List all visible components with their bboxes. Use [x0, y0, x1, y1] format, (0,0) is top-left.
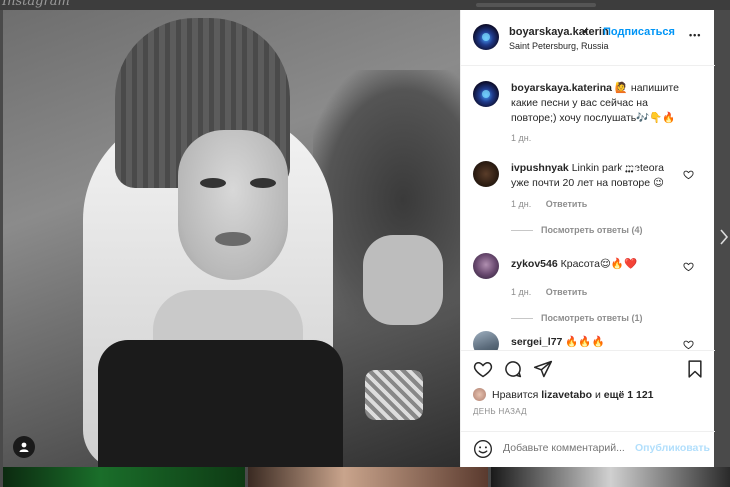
photo-chain: [365, 370, 423, 420]
comment-body: 🔥🔥🔥: [565, 336, 605, 348]
post-thumbnail[interactable]: [491, 467, 730, 487]
likes-middle: и: [594, 388, 601, 401]
author-avatar[interactable]: [473, 24, 499, 50]
more-options-icon[interactable]: •••: [689, 30, 701, 40]
bookmark-icon[interactable]: [685, 359, 705, 379]
separator-dot: •: [583, 26, 587, 38]
likes-prefix: Нравится: [492, 388, 539, 401]
liker-username[interactable]: lizavetabo: [541, 389, 592, 401]
comment-like-icon[interactable]: [683, 261, 694, 272]
comment-time: 1 дн.: [511, 287, 532, 297]
comments-list[interactable]: boyarskaya.katerina 🙋 напишите какие пес…: [461, 67, 715, 350]
comment-like-icon[interactable]: [683, 169, 694, 180]
photo-lips: [215, 232, 251, 246]
post-location[interactable]: Saint Petersburg, Russia: [509, 41, 609, 51]
heart-icon[interactable]: [473, 359, 493, 379]
likes-summary: Нравится lizavetabo и ещё 1 121: [473, 388, 654, 401]
comment-body: Красота😌🔥❤️: [560, 258, 638, 270]
add-comment-bar: Опубликовать: [461, 431, 715, 467]
photo-face: [178, 130, 288, 280]
photo-hand: [363, 235, 443, 325]
post-date[interactable]: ДЕНЬ НАЗАД: [473, 407, 527, 416]
instagram-logo[interactable]: Instagram: [2, 0, 70, 9]
caption-avatar[interactable]: [473, 81, 499, 107]
post-thumbnail[interactable]: [248, 467, 488, 487]
likes-count[interactable]: ещё 1 121: [604, 389, 654, 401]
smile-icon[interactable]: [473, 439, 493, 459]
caption-username[interactable]: boyarskaya.katerina: [511, 82, 612, 94]
comment-icon[interactable]: [503, 359, 523, 379]
comment-meta: 1 дн. Ответить: [511, 199, 599, 209]
view-replies-button[interactable]: Посмотреть ответы (4): [511, 225, 642, 235]
share-icon[interactable]: [533, 359, 553, 379]
follow-button[interactable]: Подписаться: [603, 26, 675, 38]
photo-eye: [200, 178, 226, 188]
post-sidebar: boyarskaya.katerin • Подписаться Saint P…: [460, 10, 715, 467]
comment-like-icon[interactable]: [683, 339, 694, 350]
liker-avatar[interactable]: [473, 388, 486, 401]
comment-text: ivpushnyak Linkin park meteora уже почти…: [511, 161, 681, 191]
caption-text: boyarskaya.katerina 🙋 напишите какие пес…: [511, 81, 681, 126]
comment-more-icon[interactable]: •••: [621, 167, 638, 176]
chevron-right-icon[interactable]: [719, 228, 729, 246]
comment-text: zykov546 Красота😌🔥❤️: [511, 257, 681, 272]
comment-meta: 1 дн. Ответить: [511, 287, 599, 297]
more-posts-row: [3, 467, 730, 487]
photo-top: [98, 340, 343, 467]
publish-button[interactable]: Опубликовать: [635, 442, 710, 454]
comment-avatar[interactable]: [473, 331, 499, 350]
photo-eye: [250, 178, 276, 188]
post-photo[interactable]: [3, 10, 460, 467]
reply-button[interactable]: Ответить: [546, 199, 588, 209]
comment-text: sergei_l77 🔥🔥🔥: [511, 335, 681, 350]
comment-username[interactable]: zykov546: [511, 258, 558, 270]
view-replies-button[interactable]: Посмотреть ответы (1): [511, 313, 642, 323]
comment-avatar[interactable]: [473, 161, 499, 187]
top-strip: Instagram: [0, 0, 730, 10]
comment-avatar[interactable]: [473, 253, 499, 279]
comment-username[interactable]: ivpushnyak: [511, 162, 569, 174]
reply-button[interactable]: Ответить: [546, 287, 588, 297]
post-actions: Нравится lizavetabo и ещё 1 121 ДЕНЬ НАЗ…: [461, 350, 715, 434]
search-bar-edge: [476, 3, 596, 7]
post-thumbnail[interactable]: [3, 467, 245, 487]
comment-username[interactable]: sergei_l77: [511, 336, 562, 348]
comment-input[interactable]: [503, 442, 633, 454]
caption-meta: 1 дн.: [511, 133, 543, 143]
comment-time: 1 дн.: [511, 199, 532, 209]
user-tag-icon[interactable]: [13, 436, 35, 458]
post-header: boyarskaya.katerin • Подписаться Saint P…: [461, 10, 715, 66]
author-username[interactable]: boyarskaya.katerin: [509, 26, 609, 38]
caption-time: 1 дн.: [511, 133, 532, 143]
